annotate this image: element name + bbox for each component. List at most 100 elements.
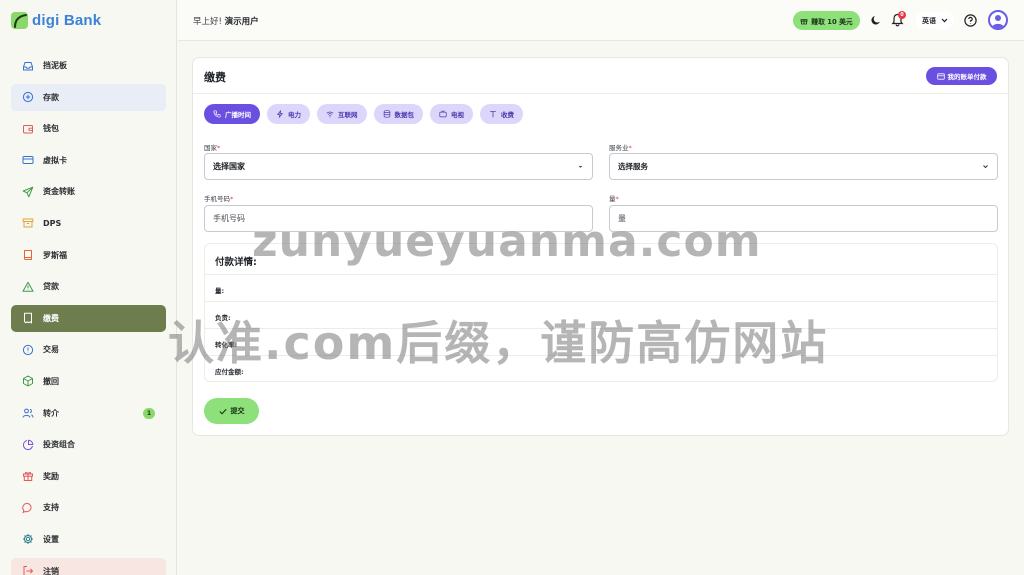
detail-row-label: 量: — [215, 287, 225, 295]
moon-icon[interactable] — [870, 14, 882, 26]
chevron-down-icon — [941, 18, 948, 23]
database-icon — [383, 110, 390, 118]
sidebar-item-referral[interactable]: 转介 1 — [11, 400, 166, 427]
tab-data-bundle[interactable]: 数据包 — [373, 104, 423, 124]
sidebar-item-deposit[interactable]: 存款 — [11, 83, 166, 111]
tab-label: 数据包 — [394, 111, 415, 119]
detail-row-label: 应付金额: — [215, 368, 244, 376]
pie-chart-icon — [22, 439, 34, 451]
sidebar-item-rewards[interactable]: 奖励 — [11, 463, 166, 490]
tab-label: 广播时间 — [225, 111, 251, 119]
card-header: 缴费 我的账单付款 — [193, 58, 1008, 94]
phone-placeholder: 手机号码 — [213, 214, 245, 223]
gift-icon — [22, 470, 34, 482]
check-icon — [218, 408, 227, 415]
tab-internet[interactable]: 互联网 — [317, 104, 367, 124]
logo-mark-icon — [11, 11, 28, 29]
logo[interactable]: digi Bank — [11, 10, 101, 30]
country-label: 国家* — [204, 142, 220, 152]
my-bill-payments-button[interactable]: 我的账单付款 — [926, 67, 997, 85]
bill-type-tabs: 广播时间 电力 互联网 数据包 电视 收费 — [204, 104, 523, 124]
sidebar-item-label: 挡泥板 — [43, 61, 67, 70]
help-icon[interactable] — [964, 14, 977, 27]
sidebar-item-portfolio[interactable]: 投资组合 — [11, 431, 166, 458]
tab-label: 电力 — [288, 111, 301, 119]
service-label-text: 服务业 — [609, 144, 629, 152]
sidebar-item-support[interactable]: 支持 — [11, 494, 166, 521]
sidebar-item-fdr[interactable]: 罗斯福 — [11, 242, 166, 269]
phone-icon — [213, 110, 221, 118]
detail-row-rate: 转化率: — [205, 328, 997, 355]
wifi-icon — [326, 111, 334, 118]
avatar[interactable] — [988, 10, 1008, 30]
sidebar-item-logout[interactable]: 注销 — [11, 557, 166, 575]
sidebar-item-transactions[interactable]: 交易 — [11, 336, 166, 363]
pay-bill-card: 缴费 我的账单付款 广播时间 电力 互联网 数据包 电视 收费 国家* 选择国家… — [192, 57, 1009, 436]
payment-details: 付款详情: 量: 负责: 转化率: 应付金额: — [204, 243, 998, 382]
payment-details-title: 付款详情: — [215, 257, 257, 268]
tab-label: 电视 — [451, 111, 464, 119]
sidebar-item-label: 投资组合 — [43, 440, 75, 450]
sidebar-item-virtual-card[interactable]: 虚拟卡 — [11, 147, 166, 174]
sidebar-item-loan[interactable]: 贷款 — [11, 273, 166, 300]
sidebar-item-dashboard[interactable]: 挡泥板 — [11, 52, 166, 79]
detail-row-label: 转化率: — [215, 341, 238, 349]
sidebar-item-pay-bill[interactable]: 缴费 — [11, 304, 166, 332]
submit-button[interactable]: 提交 — [204, 398, 259, 424]
chevron-down-icon — [578, 165, 583, 168]
greeting: 早上好! 演示用户 — [193, 15, 259, 27]
amount-input[interactable]: 量 — [609, 205, 998, 232]
earn-reward-label: 赚取 10 美元 — [811, 17, 853, 26]
amount-label: 量* — [609, 193, 619, 203]
credit-card-icon — [936, 72, 945, 80]
service-label: 服务业* — [609, 142, 632, 152]
country-select[interactable]: 选择国家 — [204, 153, 593, 180]
tab-label: 收费 — [501, 111, 514, 119]
tab-toll[interactable]: 收费 — [480, 104, 523, 124]
detail-row-charge: 负责: — [205, 301, 997, 328]
tab-airtime[interactable]: 广播时间 — [204, 104, 260, 124]
tab-electricity[interactable]: 电力 — [267, 104, 310, 124]
amount-placeholder: 量 — [618, 214, 626, 223]
gift-icon — [800, 18, 808, 24]
tv-icon — [439, 110, 447, 118]
top-header: 早上好! 演示用户 赚取 10 美元 0 英语 — [178, 0, 1024, 41]
username: 演示用户 — [224, 17, 259, 27]
sidebar-item-dps[interactable]: DPS — [11, 210, 166, 237]
info-circle-icon — [22, 344, 34, 356]
sidebar-item-withdraw[interactable]: 撤回 — [11, 368, 166, 395]
service-select-value: 选择服务 — [618, 162, 648, 171]
earn-reward-button[interactable]: 赚取 10 美元 — [793, 11, 860, 30]
service-select[interactable]: 选择服务 — [609, 153, 998, 180]
sidebar-item-transfer[interactable]: 资金转账 — [11, 178, 166, 205]
sidebar-item-wallet[interactable]: 钱包 — [11, 115, 166, 142]
sidebar-item-settings[interactable]: 设置 — [11, 526, 166, 553]
required-marker: * — [217, 144, 221, 152]
sidebar-item-label: 钱包 — [43, 124, 59, 134]
phone-input[interactable]: 手机号码 — [204, 205, 593, 232]
detail-row-amount: 量: — [205, 274, 997, 301]
sidebar-nav: 挡泥板 存款 钱包 虚拟卡 资金转账 DPS 罗斯福 贷款 缴费 交易 撤回 转… — [11, 52, 166, 575]
notification-badge: 0 — [898, 11, 906, 19]
sidebar-item-label: 交易 — [43, 345, 59, 355]
wallet-icon — [22, 123, 34, 135]
submit-label: 提交 — [230, 407, 245, 415]
logout-icon — [22, 565, 34, 575]
my-bill-payments-label: 我的账单付款 — [947, 73, 987, 81]
sidebar-item-label: 罗斯福 — [43, 250, 67, 260]
tab-label: 互联网 — [338, 111, 358, 119]
sidebar-item-label: 奖励 — [43, 471, 59, 481]
plus-circle-icon — [22, 91, 34, 103]
gear-icon — [22, 533, 34, 545]
referral-count-badge: 1 — [143, 407, 155, 419]
inbox-icon — [22, 60, 34, 72]
receipt-icon — [22, 312, 34, 325]
chat-icon — [22, 502, 34, 514]
logo-text: digi Bank — [32, 11, 102, 29]
language-select[interactable]: 英语 — [916, 12, 954, 29]
tab-tv[interactable]: 电视 — [430, 104, 473, 124]
phone-label-text: 手机号码 — [204, 195, 230, 203]
sidebar-item-label: 撤回 — [43, 376, 59, 386]
book-icon — [22, 249, 34, 261]
required-marker: * — [230, 195, 234, 203]
